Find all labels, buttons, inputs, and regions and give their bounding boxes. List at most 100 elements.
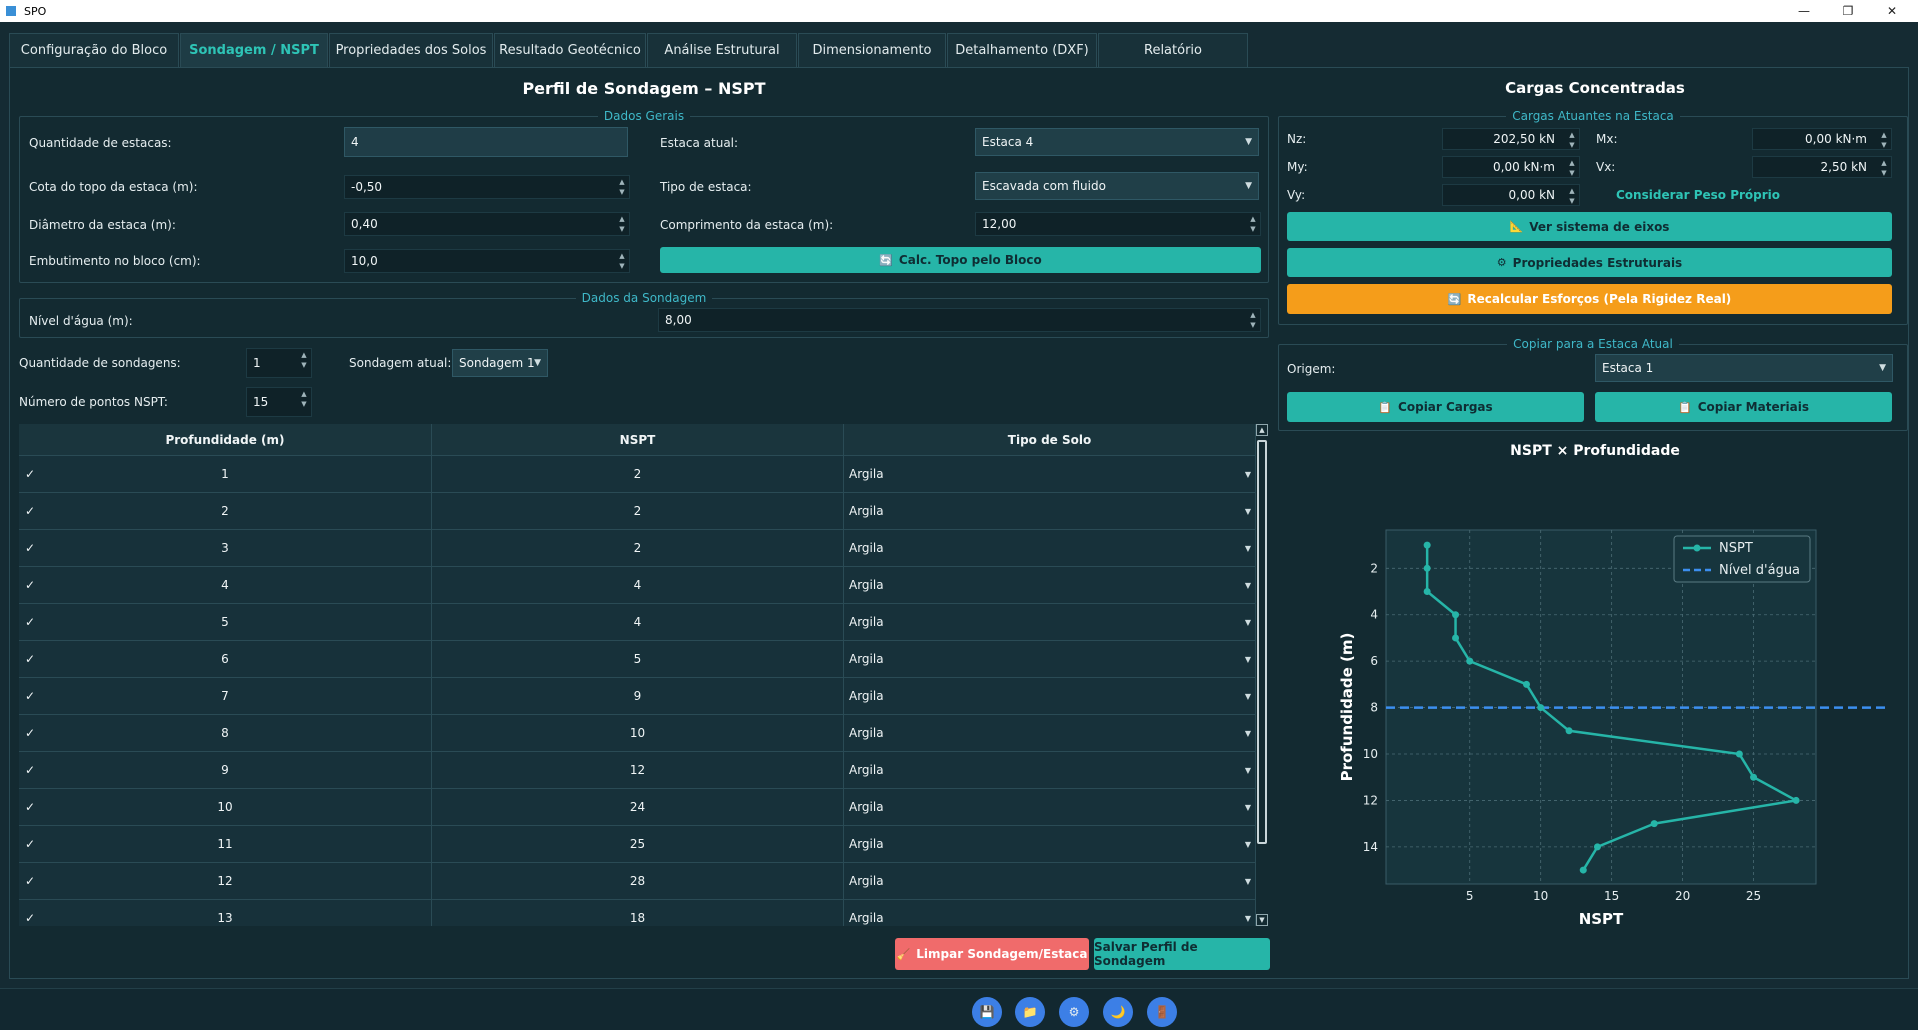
nspt-cell[interactable]: 4 [432,604,844,640]
tab-propriedades-solos[interactable]: Propriedades dos Solos [329,33,493,67]
vy-spinner[interactable]: ▲ ▼ [1567,187,1577,205]
depth-cell[interactable]: ✓ 1 [19,456,432,492]
qtd-sondagens-input[interactable]: 1 ▲ ▼ [246,348,312,378]
mx-input[interactable]: 0,00 kN·m ▲ ▼ [1752,128,1892,150]
num-pontos-input[interactable]: 15 ▲ ▼ [246,387,312,417]
tipo-solo-select[interactable]: Argila ▼ [844,493,1256,529]
check-icon[interactable]: ✓ [25,837,35,851]
cota-topo-input[interactable]: -0,50 ▲ ▼ [344,175,630,199]
vy-input[interactable]: 0,00 kN ▲ ▼ [1442,184,1580,206]
nspt-cell[interactable]: 2 [432,456,844,492]
origem-select[interactable]: Estaca 1 ▼ [1595,354,1893,382]
depth-cell[interactable]: ✓ 8 [19,715,432,751]
tipo-solo-select[interactable]: Argila ▼ [844,641,1256,677]
header-tipo-solo[interactable]: Tipo de Solo [844,424,1256,455]
folder-icon[interactable]: 📁 [1015,997,1045,1027]
table-row[interactable]: ✓ 6 5 Argila ▼ [19,641,1265,678]
tipo-solo-select[interactable]: Argila ▼ [844,826,1256,862]
settings-icon[interactable]: ⚙ [1059,997,1089,1027]
tab-resultado-geotecnico[interactable]: Resultado Geotécnico [494,33,646,67]
tab-relatorio[interactable]: Relatório [1098,33,1248,67]
scroll-down-icon[interactable]: ▼ [1256,914,1268,926]
tipo-solo-select[interactable]: Argila ▼ [844,789,1256,825]
tipo-solo-select[interactable]: Argila ▼ [844,678,1256,714]
check-icon[interactable]: ✓ [25,689,35,703]
tab-analise-estrutural[interactable]: Análise Estrutural [647,33,797,67]
tipo-solo-select[interactable]: Argila ▼ [844,715,1256,751]
nspt-cell[interactable]: 18 [432,900,844,926]
table-row[interactable]: ✓ 13 18 Argila ▼ [19,900,1265,926]
nspt-cell[interactable]: 9 [432,678,844,714]
table-scrollbar[interactable]: ▲ ▼ [1256,424,1268,926]
tab-detalhamento-dxf[interactable]: Detalhamento (DXF) [947,33,1097,67]
depth-cell[interactable]: ✓ 7 [19,678,432,714]
header-nspt[interactable]: NSPT [432,424,844,455]
nspt-cell[interactable]: 4 [432,567,844,603]
check-icon[interactable]: ✓ [25,874,35,888]
tipo-estaca-select[interactable]: Escavada com fluido ▼ [975,172,1259,200]
check-icon[interactable]: ✓ [25,652,35,666]
depth-cell[interactable]: ✓ 13 [19,900,432,926]
depth-cell[interactable]: ✓ 10 [19,789,432,825]
table-row[interactable]: ✓ 10 24 Argila ▼ [19,789,1265,826]
tab-sondagem-nspt[interactable]: Sondagem / NSPT [180,33,328,67]
mx-spinner[interactable]: ▲ ▼ [1879,131,1889,149]
propriedades-estruturais-button[interactable]: ⚙ Propriedades Estruturais [1287,248,1892,277]
tipo-solo-select[interactable]: Argila ▼ [844,456,1256,492]
vx-spinner[interactable]: ▲ ▼ [1879,159,1889,177]
check-icon[interactable]: ✓ [25,911,35,925]
vx-input[interactable]: 2,50 kN ▲ ▼ [1752,156,1892,178]
depth-cell[interactable]: ✓ 12 [19,863,432,899]
tab-configuracao-bloco[interactable]: Configuração do Bloco [9,33,179,67]
depth-cell[interactable]: ✓ 9 [19,752,432,788]
depth-cell[interactable]: ✓ 2 [19,493,432,529]
limpar-sondagem-button[interactable]: 🧹 Limpar Sondagem/Estaca [895,938,1089,970]
table-row[interactable]: ✓ 9 12 Argila ▼ [19,752,1265,789]
recalcular-esforcos-button[interactable]: 🔄 Recalcular Esforços (Pela Rigidez Real… [1287,284,1892,314]
header-profundidade[interactable]: Profundidade (m) [19,424,432,455]
sondagem-atual-select[interactable]: Sondagem 1 ▼ [452,349,548,377]
save-icon[interactable]: 💾 [972,997,1002,1027]
check-icon[interactable]: ✓ [25,504,35,518]
num-pontos-spinner[interactable]: ▲ ▼ [299,390,309,408]
nspt-cell[interactable]: 2 [432,493,844,529]
depth-cell[interactable]: ✓ 4 [19,567,432,603]
table-row[interactable]: ✓ 8 10 Argila ▼ [19,715,1265,752]
tipo-solo-select[interactable]: Argila ▼ [844,604,1256,640]
check-icon[interactable]: ✓ [25,763,35,777]
nivel-agua-spinner[interactable]: ▲ ▼ [1248,311,1258,329]
check-icon[interactable]: ✓ [25,800,35,814]
exit-icon[interactable]: 🚪 [1147,997,1177,1027]
table-row[interactable]: ✓ 1 2 Argila ▼ [19,456,1265,493]
nspt-cell[interactable]: 12 [432,752,844,788]
nspt-cell[interactable]: 2 [432,530,844,566]
comprimento-spinner[interactable]: ▲ ▼ [1248,215,1258,233]
tipo-solo-select[interactable]: Argila ▼ [844,900,1256,926]
comprimento-input[interactable]: 12,00 ▲ ▼ [975,212,1261,236]
copiar-materiais-button[interactable]: 📋 Copiar Materiais [1595,392,1892,422]
check-icon[interactable]: ✓ [25,467,35,481]
nspt-cell[interactable]: 5 [432,641,844,677]
diametro-spinner[interactable]: ▲ ▼ [617,215,627,233]
nz-spinner[interactable]: ▲ ▼ [1567,131,1577,149]
table-row[interactable]: ✓ 5 4 Argila ▼ [19,604,1265,641]
calc-topo-button[interactable]: 🔄 Calc. Topo pelo Bloco [660,247,1261,273]
nz-input[interactable]: 202,50 kN ▲ ▼ [1442,128,1580,150]
table-row[interactable]: ✓ 7 9 Argila ▼ [19,678,1265,715]
check-icon[interactable]: ✓ [25,541,35,555]
copiar-cargas-button[interactable]: 📋 Copiar Cargas [1287,392,1584,422]
qtd-estacas-input[interactable]: 4 [344,127,628,157]
tipo-solo-select[interactable]: Argila ▼ [844,863,1256,899]
table-row[interactable]: ✓ 11 25 Argila ▼ [19,826,1265,863]
diametro-input[interactable]: 0,40 ▲ ▼ [344,212,630,236]
table-row[interactable]: ✓ 2 2 Argila ▼ [19,493,1265,530]
qtd-sondagens-spinner[interactable]: ▲ ▼ [299,351,309,369]
embutimento-input[interactable]: 10,0 ▲ ▼ [344,249,630,273]
depth-cell[interactable]: ✓ 3 [19,530,432,566]
salvar-perfil-button[interactable]: Salvar Perfil de Sondagem [1094,938,1270,970]
cota-topo-spinner[interactable]: ▲ ▼ [617,178,627,196]
table-row[interactable]: ✓ 4 4 Argila ▼ [19,567,1265,604]
nspt-cell[interactable]: 10 [432,715,844,751]
my-spinner[interactable]: ▲ ▼ [1567,159,1577,177]
peso-proprio-checkbox[interactable]: Considerar Peso Próprio [1616,188,1780,202]
